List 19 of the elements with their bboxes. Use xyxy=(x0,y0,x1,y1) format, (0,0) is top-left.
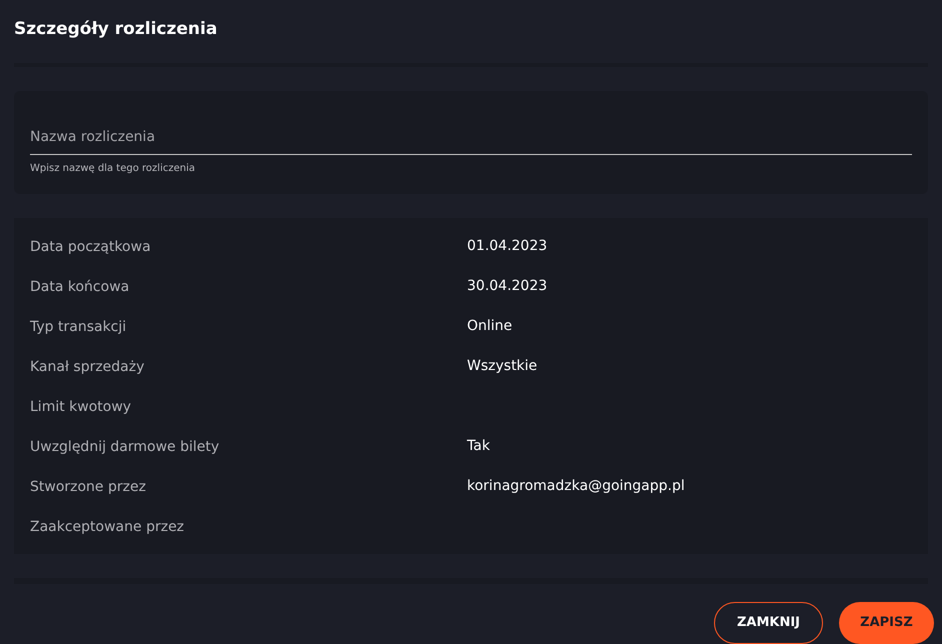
detail-value: Online xyxy=(467,316,512,336)
detail-label: Kanał sprzedaży xyxy=(30,359,144,376)
helper-text: Wpisz nazwę dla tego rozliczenia xyxy=(30,162,195,176)
detail-label: Zaakceptowane przez xyxy=(30,519,184,536)
detail-label: Typ transakcji xyxy=(30,319,126,336)
detail-label: Uwzględnij darmowe bilety xyxy=(30,439,220,456)
detail-value: 30.04.2023 xyxy=(467,276,548,296)
input-field[interactable]: Nazwa rozliczenia xyxy=(30,127,912,156)
detail-label: Limit kwotowy xyxy=(30,399,132,416)
detail-value: Wszystkie xyxy=(467,356,538,376)
detail-label: Stworzone przez xyxy=(30,479,146,496)
detail-value: 01.04.2023 xyxy=(467,236,548,256)
detail-value: Tak xyxy=(467,436,490,456)
close-button[interactable]: ZAMKNIJ xyxy=(714,602,823,644)
detail-label: Data końcowa xyxy=(30,279,130,296)
dialog-title: Szczegóły rozliczenia xyxy=(14,18,218,41)
detail-value: korinagromadzka@goingapp.pl xyxy=(467,476,685,496)
detail-label: Data początkowa xyxy=(30,239,151,256)
save-button[interactable]: ZAPISZ xyxy=(839,602,934,644)
